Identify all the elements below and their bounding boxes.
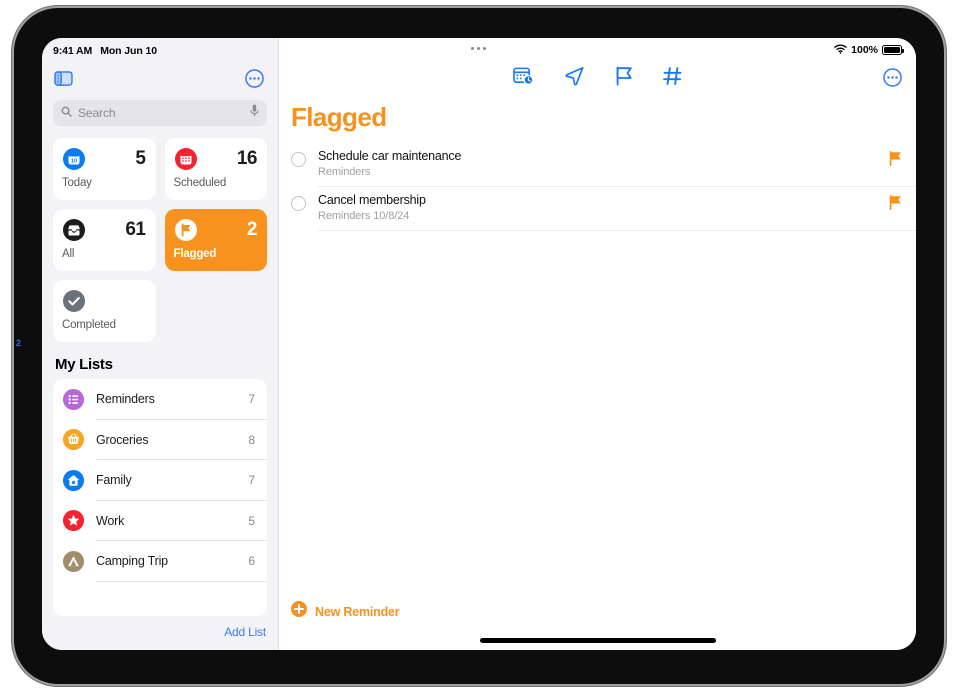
tablet-screen: 9:41 AM Mon Jun 10 Search 10 5 Today 16 …: [42, 38, 916, 650]
list-item-count: 7: [248, 392, 255, 407]
list-item-label: Work: [96, 513, 125, 528]
smart-list-count: 16: [236, 148, 258, 169]
detail-toolbar: [279, 60, 916, 96]
annotation-marker-2: 2: [16, 338, 21, 348]
reminder-meta: Reminders: [318, 166, 889, 178]
complete-toggle-circle[interactable]: [291, 196, 306, 211]
list-item-label: Groceries: [96, 432, 149, 447]
new-reminder-button[interactable]: New Reminder: [291, 601, 400, 622]
home-indicator[interactable]: [479, 638, 716, 643]
smart-list-count: 61: [125, 219, 146, 240]
status-bar-right: 100%: [279, 38, 916, 60]
smart-lists-grid: 10 5 Today 16 Scheduled 61 All 2 Flagged…: [42, 126, 278, 342]
flag-icon[interactable]: [889, 150, 902, 171]
calendar-icon: [174, 147, 198, 171]
house-icon: [62, 469, 85, 492]
reminder-list-name: Reminders: [318, 210, 371, 222]
my-lists-container: Reminders 7 Groceries 8 Family 7 Work 5 …: [53, 379, 267, 616]
calendar-clock-icon[interactable]: [513, 66, 534, 90]
reminder-meta: Reminders 10/8/24: [318, 210, 889, 222]
battery-percent-label: 100%: [851, 44, 878, 56]
hashtag-icon[interactable]: [663, 66, 682, 91]
smart-list-label: All: [62, 248, 75, 260]
plus-circle-icon: [291, 601, 307, 622]
status-bar-left: 9:41 AM Mon Jun 10: [42, 38, 278, 60]
calendar-day-icon: 10: [62, 147, 86, 171]
reminder-date: 10/8/24: [373, 210, 410, 222]
list-item-family[interactable]: Family 7: [53, 460, 267, 501]
list-item-label: Reminders: [96, 392, 155, 407]
search-icon: [61, 104, 72, 122]
status-date: Mon Jun 10: [100, 44, 157, 57]
checkmark-circle-icon: [62, 289, 86, 313]
reminder-title: Schedule car maintenance: [318, 149, 462, 163]
search-container: Search: [42, 96, 278, 126]
list-divider: [96, 580, 267, 582]
window-dots-icon[interactable]: [471, 47, 486, 50]
wifi-icon: [834, 44, 847, 57]
location-arrow-icon[interactable]: [564, 66, 585, 91]
list-item-count: 6: [248, 554, 255, 569]
list-bullet-icon: [62, 388, 85, 411]
smart-list-today[interactable]: 10 5 Today: [53, 138, 156, 200]
list-item-count: 5: [248, 513, 255, 528]
reminder-list-name: Reminders: [318, 166, 371, 178]
sidebar-toolbar: [42, 60, 278, 96]
basket-icon: [62, 428, 85, 451]
svg-text:10: 10: [71, 158, 77, 164]
list-item-count: 8: [248, 432, 255, 447]
smart-list-label: Completed: [62, 319, 116, 331]
new-reminder-label: New Reminder: [315, 604, 400, 619]
detail-more-icon[interactable]: [883, 68, 902, 92]
sidebar-toggle-icon[interactable]: [54, 70, 73, 86]
sidebar-footer: Add List: [42, 616, 278, 650]
smart-list-all[interactable]: 61 All: [53, 209, 156, 271]
tent-icon: [62, 550, 85, 573]
inbox-tray-icon: [62, 218, 86, 242]
search-placeholder: Search: [78, 106, 116, 120]
star-icon: [62, 509, 85, 532]
smart-list-completed[interactable]: Completed: [53, 280, 156, 342]
reminder-row[interactable]: Cancel membership Reminders 10/8/24: [279, 187, 916, 231]
smart-list-label: Today: [62, 177, 92, 189]
search-input[interactable]: Search: [53, 100, 267, 126]
smart-list-flagged[interactable]: 2 Flagged: [164, 209, 267, 271]
reminder-title: Cancel membership: [318, 193, 426, 207]
reminders-list: Schedule car maintenance Reminders Cance…: [279, 143, 916, 231]
status-indicators: 100%: [834, 44, 904, 57]
status-time: 9:41 AM: [53, 44, 93, 57]
my-lists-heading: My Lists: [55, 356, 113, 373]
microphone-icon[interactable]: [250, 104, 259, 122]
smart-list-scheduled[interactable]: 16 Scheduled: [164, 138, 267, 200]
smart-list-count: 2: [246, 219, 258, 240]
list-item-label: Family: [96, 473, 132, 488]
list-item-reminders[interactable]: Reminders 7: [53, 379, 267, 420]
add-list-button[interactable]: Add List: [224, 625, 266, 639]
flag-icon[interactable]: [889, 194, 902, 215]
sidebar-more-icon[interactable]: [245, 68, 264, 88]
list-item-count: 7: [248, 473, 255, 488]
list-item-camping-trip[interactable]: Camping Trip 6: [53, 541, 267, 582]
sidebar: 9:41 AM Mon Jun 10 Search 10 5 Today 16 …: [42, 38, 279, 650]
reminder-divider: [318, 230, 916, 231]
list-item-label: Camping Trip: [96, 554, 168, 569]
detail-pane: 100% Flagged Schedule car maintenance Re…: [279, 38, 916, 650]
page-title: Flagged: [291, 102, 387, 132]
list-item-groceries[interactable]: Groceries 8: [53, 420, 267, 460]
smart-list-label: Flagged: [173, 248, 217, 260]
smart-list-label: Scheduled: [173, 177, 227, 189]
flag-icon: [174, 218, 198, 242]
reminder-row[interactable]: Schedule car maintenance Reminders: [279, 143, 916, 187]
list-item-work[interactable]: Work 5: [53, 501, 267, 541]
battery-full-icon: [882, 45, 904, 55]
flag-icon[interactable]: [615, 66, 633, 91]
complete-toggle-circle[interactable]: [291, 152, 306, 167]
smart-list-count: 5: [135, 148, 146, 169]
